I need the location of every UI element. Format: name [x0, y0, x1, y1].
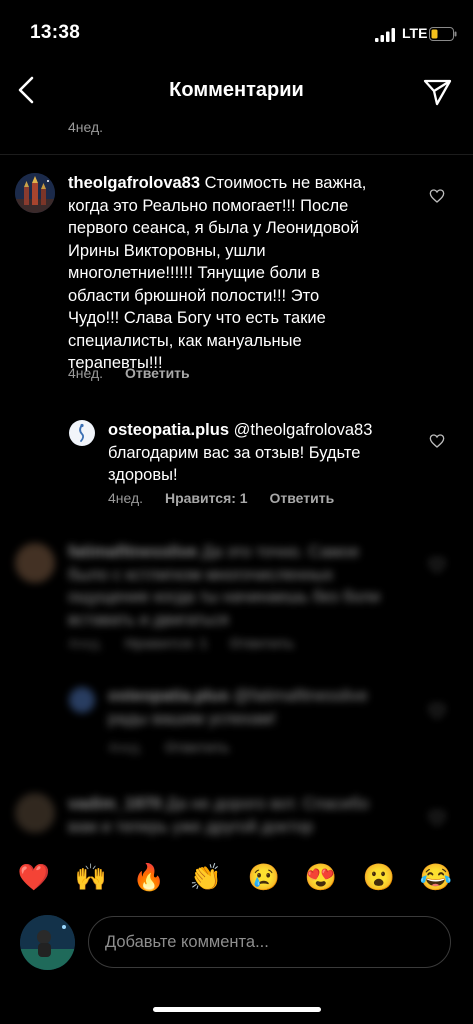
avatar-photo-icon [20, 915, 75, 970]
comment-text-line: когда это Реально помогает!!! После [68, 196, 349, 215]
commenter-avatar[interactable] [15, 793, 55, 833]
comment-text-line: Да не дорого вот. Спасибо [166, 795, 369, 813]
comment-text-line: вставать и двигаться [68, 610, 229, 629]
reply-text-line: благодарим вас за отзыв! Будьте [108, 443, 361, 462]
like-heart-icon[interactable] [429, 557, 445, 573]
comment-body: theolgafrolova83 Стоимость не важна, ког… [68, 172, 413, 375]
replier-avatar[interactable] [69, 420, 95, 446]
reply-button[interactable]: Ответить [269, 490, 334, 506]
osteopatia-logo-icon [70, 421, 94, 445]
emoji-fire-button[interactable]: 🔥 [131, 853, 167, 901]
comment-meta: 4нед. Ответить [68, 365, 190, 381]
direct-send-icon[interactable] [421, 76, 453, 108]
comment-text-line: многолетние!!!!!! Тянущие боли в [68, 264, 320, 282]
comment-body: vadim_1970 Да не дорого вот. Спасибо вам… [68, 793, 408, 838]
likes-count[interactable]: Нравится: 1 [125, 635, 208, 651]
comment-time: 4нед. [68, 635, 104, 651]
reply-body: osteopatia.plus @theolgafrolova83 благод… [108, 419, 408, 487]
comment-body: fatimafitnesslive Да это точно. Самое бы… [68, 541, 408, 631]
comment-text-line: Стоимость не важна, [204, 174, 367, 192]
comment-text-line: специалисты, как мануальные [68, 331, 302, 350]
like-heart-icon[interactable] [429, 433, 445, 449]
previous-comment-time: 4нед. [68, 119, 104, 135]
battery-icon [429, 27, 457, 41]
status-time: 13:38 [30, 22, 81, 43]
comment-text-line: вам и теперь уже другой доктор [68, 817, 314, 836]
comment-meta: 4нед. Нравится: 1 Ответить [68, 635, 294, 651]
my-avatar[interactable] [20, 915, 75, 970]
emoji-laughing-button[interactable]: 😂 [418, 853, 454, 901]
reply-meta: 4нед. Нравится: 1 Ответить [108, 490, 334, 506]
reply-body: osteopatia.plus @fatimafitnesslive рады … [108, 685, 408, 730]
comment-text-line: было с кстлигком многочисленных [68, 565, 334, 584]
comment-username[interactable]: fatimafitnesslive [68, 543, 197, 561]
emoji-heart-button[interactable]: ❤️ [16, 853, 52, 901]
comment-text-line: ощущение когда ты начинаешь без боли [68, 588, 381, 606]
comment-input[interactable]: Добавьте коммента... [88, 916, 451, 968]
commenter-avatar[interactable] [15, 543, 55, 583]
comment-input-placeholder[interactable]: Добавьте коммента... [105, 933, 269, 952]
blurred-comments: fatimafitnesslive Да это точно. Самое бы… [0, 535, 473, 845]
comment-username[interactable]: vadim_1970 [68, 795, 162, 813]
emoji-quick-bar: ❤️ 🙌 🔥 👏 😢 😍 😮 😂 [0, 853, 473, 903]
page-title: Комментарии [169, 79, 304, 101]
emoji-heart-eyes-button[interactable]: 😍 [303, 853, 339, 901]
reply-button[interactable]: Ответить [229, 635, 294, 651]
comment-text-line: первого сеанса, я была у Леонидовой [68, 219, 360, 237]
comment-time: 4нед. [68, 365, 104, 381]
like-heart-icon[interactable] [429, 188, 445, 204]
replier-avatar[interactable] [69, 687, 95, 713]
reply-button[interactable]: Ответить [165, 739, 230, 755]
reply-text-line: здоровы! [108, 466, 178, 484]
reply-likes-count[interactable]: Нравится: 1 [165, 490, 248, 506]
like-heart-icon[interactable] [429, 703, 445, 719]
reply-username[interactable]: osteopatia.plus [108, 687, 229, 705]
like-heart-icon[interactable] [429, 810, 445, 826]
emoji-surprised-button[interactable]: 😮 [361, 853, 397, 901]
comment-text-line: Да это точно. Самое [201, 543, 360, 561]
home-indicator[interactable] [153, 1007, 321, 1012]
commenter-avatar[interactable] [15, 173, 55, 213]
reply-time: 4нед. [108, 490, 144, 506]
reply-text-line: @fatimafitnesslive [233, 687, 368, 705]
emoji-clap-button[interactable]: 👏 [188, 853, 224, 901]
signal-icon [375, 28, 395, 42]
reply-username[interactable]: osteopatia.plus [108, 421, 229, 439]
divider [0, 154, 473, 155]
reply-mention[interactable]: @theolgafrolova83 [234, 421, 373, 439]
reply-button[interactable]: Ответить [125, 365, 190, 381]
comment-username[interactable]: theolgafrolova83 [68, 174, 200, 192]
emoji-crying-button[interactable]: 😢 [246, 853, 282, 901]
network-label: LTE [402, 25, 428, 41]
avatar-photo-icon [15, 173, 55, 213]
reply-time: 4нед. [108, 739, 144, 755]
reply-meta: 4нед. Ответить [108, 739, 230, 755]
comment-text-line: области брюшной полости!!! Это [68, 286, 320, 305]
comment-text-line: Чудо!!! Слава Богу что есть такие [68, 309, 326, 327]
comment-text-line: Ирины Викторовны, ушли [68, 241, 266, 260]
reply-text-line: рады вашим успехам! [108, 709, 276, 728]
emoji-raised-hands-button[interactable]: 🙌 [73, 853, 109, 901]
